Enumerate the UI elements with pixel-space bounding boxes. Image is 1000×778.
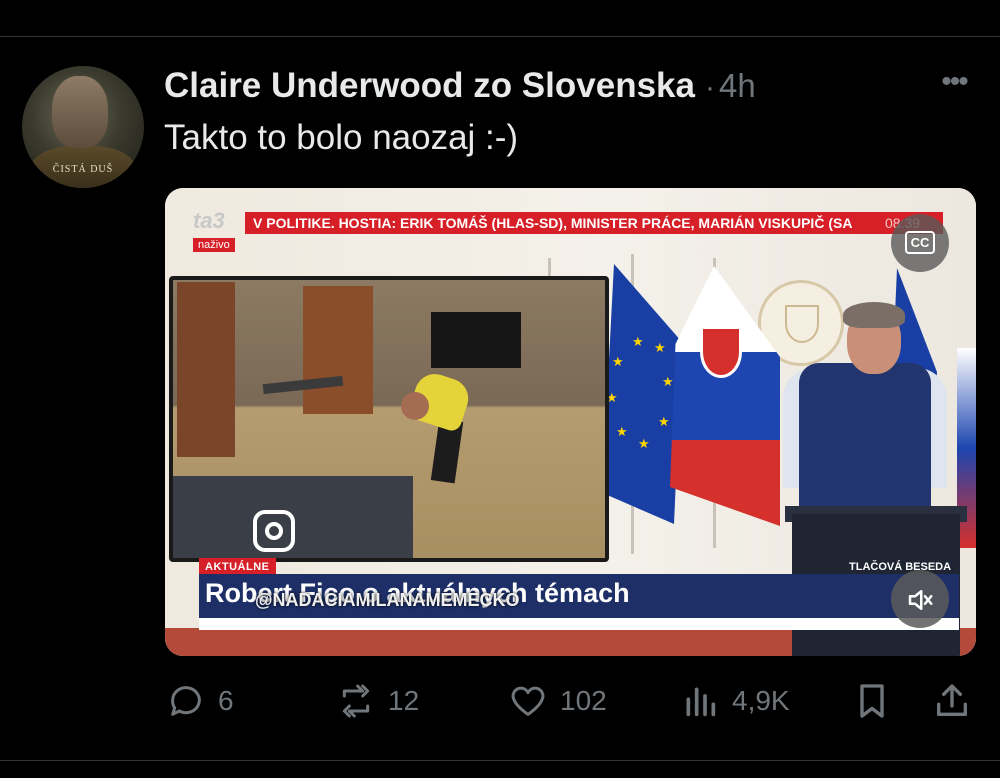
tweet-header: Claire Underwood zo Slovenska · 4h bbox=[164, 66, 756, 110]
reply-button[interactable]: 6 bbox=[166, 676, 234, 726]
news-ticker: V POLITIKE. HOSTIA: ERIK TOMÁŠ (HLAS-SD)… bbox=[245, 212, 943, 234]
share-icon bbox=[937, 684, 967, 716]
repost-count: 12 bbox=[388, 685, 420, 716]
avatar-caption: ČISTÁ DUŠ bbox=[52, 164, 114, 175]
speaker-muted-icon bbox=[908, 590, 933, 611]
room-door bbox=[303, 286, 373, 414]
bottom-divider bbox=[0, 760, 1000, 761]
bookmark-icon bbox=[860, 684, 884, 718]
separator-dot: · bbox=[704, 71, 715, 104]
room-tv bbox=[431, 312, 521, 368]
cc-label: CC bbox=[904, 231, 936, 254]
unmute-button[interactable] bbox=[891, 570, 949, 628]
tweet-text: Takto to bolo naozaj :-) bbox=[164, 118, 519, 157]
more-options-icon[interactable]: ••• bbox=[932, 67, 976, 100]
repost-icon bbox=[342, 684, 370, 718]
watermark-text: @NADACIAMILANAMEMECKO bbox=[255, 590, 520, 610]
like-button[interactable]: 102 bbox=[508, 676, 607, 726]
top-divider bbox=[0, 36, 1000, 37]
avatar-face bbox=[52, 76, 108, 148]
room-door bbox=[177, 282, 235, 457]
lower-strip bbox=[199, 618, 959, 630]
views-chart-icon bbox=[686, 687, 716, 717]
reply-count: 6 bbox=[218, 685, 234, 716]
live-badge: naživo bbox=[193, 238, 235, 252]
man-head bbox=[401, 392, 429, 420]
instagram-icon bbox=[253, 510, 295, 552]
overlay-monitor bbox=[169, 276, 609, 562]
like-count: 102 bbox=[560, 685, 607, 716]
tweet-actions: 6 12 102 4,9K bbox=[0, 676, 1000, 726]
post-time[interactable]: 4h bbox=[719, 67, 756, 105]
captions-button[interactable]: CC bbox=[891, 214, 949, 272]
video-player[interactable]: ★ ★ ★ ★ ★ ★ ★ ★ ta3 naživo V POLITIKE. H… bbox=[165, 188, 976, 656]
speaker-vest bbox=[799, 363, 931, 513]
repost-button[interactable]: 12 bbox=[336, 676, 419, 726]
bookmark-button[interactable] bbox=[852, 676, 904, 726]
author-name[interactable]: Claire Underwood zo Slovenska bbox=[164, 66, 695, 106]
views-count: 4,9K bbox=[732, 685, 790, 716]
views-button[interactable]: 4,9K bbox=[680, 676, 790, 726]
reply-icon bbox=[171, 686, 201, 716]
channel-logo: ta3 bbox=[193, 208, 225, 233]
share-button[interactable] bbox=[932, 676, 984, 726]
heart-icon bbox=[511, 686, 545, 716]
avatar[interactable]: ČISTÁ DUŠ bbox=[22, 66, 144, 188]
speaker-hair bbox=[843, 302, 905, 328]
slovak-crest-icon bbox=[700, 326, 742, 378]
